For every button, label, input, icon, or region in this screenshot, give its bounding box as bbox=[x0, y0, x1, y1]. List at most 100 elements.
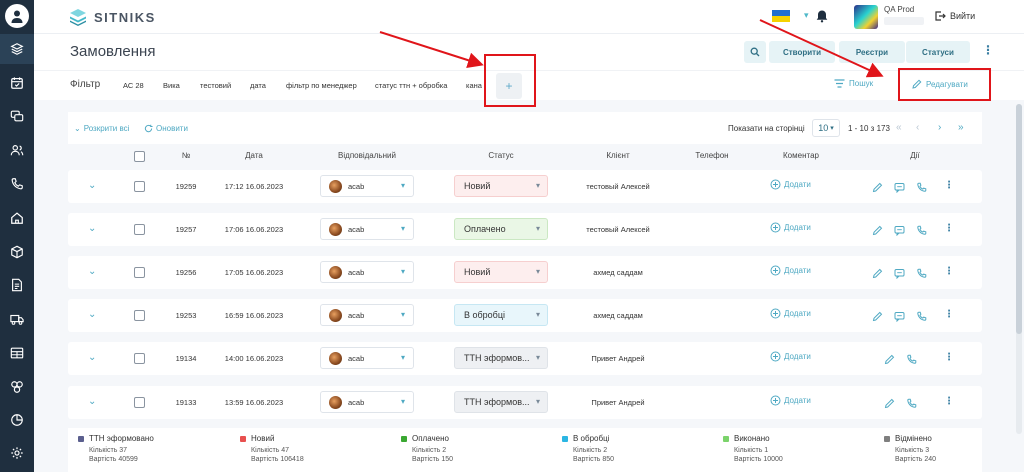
call-button[interactable] bbox=[916, 180, 927, 192]
more-vertical-icon[interactable]: ⋮ bbox=[944, 266, 954, 277]
client-name[interactable]: тестовый Алексей bbox=[586, 225, 649, 234]
filter-chip[interactable]: тестовий bbox=[200, 81, 231, 90]
edit-order-button[interactable] bbox=[872, 309, 883, 322]
order-number[interactable]: 19257 bbox=[176, 225, 197, 234]
page-scrollbar[interactable] bbox=[1016, 104, 1022, 434]
client-name[interactable]: Привет Андрей bbox=[591, 354, 644, 363]
statuses-button[interactable]: Статуси bbox=[906, 41, 970, 63]
table-row[interactable]: ⌄ 19257 17:06 16.06.2023 acab ▾ Оплачено… bbox=[68, 213, 982, 246]
column-header-number[interactable]: № bbox=[182, 151, 191, 160]
language-flag-icon[interactable] bbox=[772, 10, 790, 22]
sidebar-item-analytics[interactable] bbox=[0, 405, 34, 435]
filter-chip[interactable]: кана bbox=[466, 81, 482, 90]
profile-avatar-icon[interactable] bbox=[5, 4, 29, 28]
more-vertical-icon[interactable]: ⋮ bbox=[944, 396, 954, 407]
column-header-responsible[interactable]: Відповідальний bbox=[338, 151, 396, 160]
per-page-select[interactable]: 10 ▾ bbox=[812, 119, 840, 137]
add-comment-button[interactable]: Додати bbox=[770, 308, 811, 319]
row-checkbox[interactable] bbox=[134, 267, 145, 278]
status-select[interactable]: Новий ▾ bbox=[454, 175, 548, 197]
header-search-button[interactable] bbox=[744, 41, 766, 63]
expand-row-chevron-icon[interactable]: ⌄ bbox=[88, 396, 96, 407]
sidebar-item-settings[interactable] bbox=[0, 438, 34, 468]
table-row[interactable]: ⌄ 19133 13:59 16.06.2023 acab ▾ ТТН эфор… bbox=[68, 386, 982, 419]
sidebar-item-integrations[interactable] bbox=[0, 372, 34, 402]
select-all-checkbox[interactable] bbox=[134, 151, 145, 162]
responsible-select[interactable]: acab ▾ bbox=[320, 175, 414, 197]
table-row[interactable]: ⌄ 19259 17:12 16.06.2023 acab ▾ Новий ▾ … bbox=[68, 170, 982, 203]
bell-icon[interactable] bbox=[815, 9, 829, 23]
sidebar-item-calendar[interactable] bbox=[0, 68, 34, 98]
edit-order-button[interactable] bbox=[872, 180, 883, 193]
edit-order-button[interactable] bbox=[884, 352, 895, 365]
next-page-icon[interactable]: › bbox=[938, 122, 941, 133]
sidebar-item-chat[interactable] bbox=[0, 101, 34, 131]
more-vertical-icon[interactable]: ⋮ bbox=[944, 352, 954, 363]
responsible-select[interactable]: acab ▾ bbox=[320, 218, 414, 240]
message-button[interactable] bbox=[894, 266, 905, 280]
filter-chip[interactable]: АС 28 bbox=[123, 81, 144, 90]
user-avatar[interactable] bbox=[854, 5, 878, 29]
row-checkbox[interactable] bbox=[134, 181, 145, 192]
sidebar-item-home[interactable] bbox=[0, 203, 34, 233]
call-button[interactable] bbox=[916, 223, 927, 235]
more-vertical-icon[interactable]: ⋮ bbox=[944, 180, 954, 191]
sidebar-item-users[interactable] bbox=[0, 135, 34, 165]
column-header-status[interactable]: Статус bbox=[488, 151, 513, 160]
add-comment-button[interactable]: Додати bbox=[770, 179, 811, 190]
filter-chip[interactable]: Вика bbox=[163, 81, 180, 90]
prev-page-icon[interactable]: ‹ bbox=[916, 122, 919, 133]
message-button[interactable] bbox=[894, 223, 905, 237]
chevron-down-icon[interactable]: ▾ bbox=[804, 10, 809, 21]
client-name[interactable]: ахмед саддам bbox=[593, 311, 643, 320]
edit-order-button[interactable] bbox=[884, 396, 895, 409]
sidebar-item-calls[interactable] bbox=[0, 169, 34, 199]
sidebar-item-products[interactable] bbox=[0, 237, 34, 267]
order-number[interactable]: 19256 bbox=[176, 268, 197, 277]
add-comment-button[interactable]: Додати bbox=[770, 351, 811, 362]
responsible-select[interactable]: acab ▾ bbox=[320, 347, 414, 369]
edit-order-button[interactable] bbox=[872, 266, 883, 279]
first-page-icon[interactable]: « bbox=[896, 122, 902, 133]
add-comment-button[interactable]: Додати bbox=[770, 265, 811, 276]
column-header-date[interactable]: Дата bbox=[245, 151, 263, 160]
client-name[interactable]: Привет Андрей bbox=[591, 398, 644, 407]
row-checkbox[interactable] bbox=[134, 224, 145, 235]
filter-search-button[interactable]: Пошук bbox=[834, 79, 873, 88]
table-row[interactable]: ⌄ 19253 16:59 16.06.2023 acab ▾ В обробц… bbox=[68, 299, 982, 332]
column-header-phone[interactable]: Телефон bbox=[695, 151, 728, 160]
order-number[interactable]: 19133 bbox=[176, 398, 197, 407]
responsible-select[interactable]: acab ▾ bbox=[320, 304, 414, 326]
client-name[interactable]: тестовый Алексей bbox=[586, 182, 649, 191]
sidebar-item-documents[interactable] bbox=[0, 270, 34, 300]
table-row[interactable]: ⌄ 19134 14:00 16.06.2023 acab ▾ ТТН эфор… bbox=[68, 342, 982, 375]
edit-order-button[interactable] bbox=[872, 223, 883, 236]
logo[interactable]: SITNIKS bbox=[68, 7, 156, 27]
expand-row-chevron-icon[interactable]: ⌄ bbox=[88, 223, 96, 234]
row-checkbox[interactable] bbox=[134, 353, 145, 364]
status-select[interactable]: ТТН эформов... ▾ bbox=[454, 347, 548, 369]
order-number[interactable]: 19259 bbox=[176, 182, 197, 191]
sidebar-item-delivery[interactable] bbox=[0, 304, 34, 334]
responsible-select[interactable]: acab ▾ bbox=[320, 391, 414, 413]
filter-chip[interactable]: статус ттн + обробка bbox=[375, 81, 447, 90]
refresh-button[interactable]: Оновити bbox=[144, 124, 188, 133]
registers-button[interactable]: Реєстри bbox=[839, 41, 905, 63]
status-select[interactable]: Оплачено ▾ bbox=[454, 218, 548, 240]
add-comment-button[interactable]: Додати bbox=[770, 395, 811, 406]
order-number[interactable]: 19253 bbox=[176, 311, 197, 320]
scrollbar-thumb[interactable] bbox=[1016, 104, 1022, 334]
column-header-comment[interactable]: Коментар bbox=[783, 151, 819, 160]
message-button[interactable] bbox=[894, 309, 905, 323]
call-button[interactable] bbox=[916, 309, 927, 321]
row-checkbox[interactable] bbox=[134, 397, 145, 408]
status-select[interactable]: Новий ▾ bbox=[454, 261, 548, 283]
column-header-client[interactable]: Клієнт bbox=[606, 151, 629, 160]
table-row[interactable]: ⌄ 19256 17:05 16.06.2023 acab ▾ Новий ▾ … bbox=[68, 256, 982, 289]
more-vertical-icon[interactable]: ⋮ bbox=[944, 309, 954, 320]
create-button[interactable]: Створити bbox=[769, 41, 835, 63]
last-page-icon[interactable]: » bbox=[958, 122, 964, 133]
client-name[interactable]: ахмед саддам bbox=[593, 268, 643, 277]
sidebar-item-layers[interactable] bbox=[0, 34, 34, 64]
call-button[interactable] bbox=[906, 396, 917, 408]
